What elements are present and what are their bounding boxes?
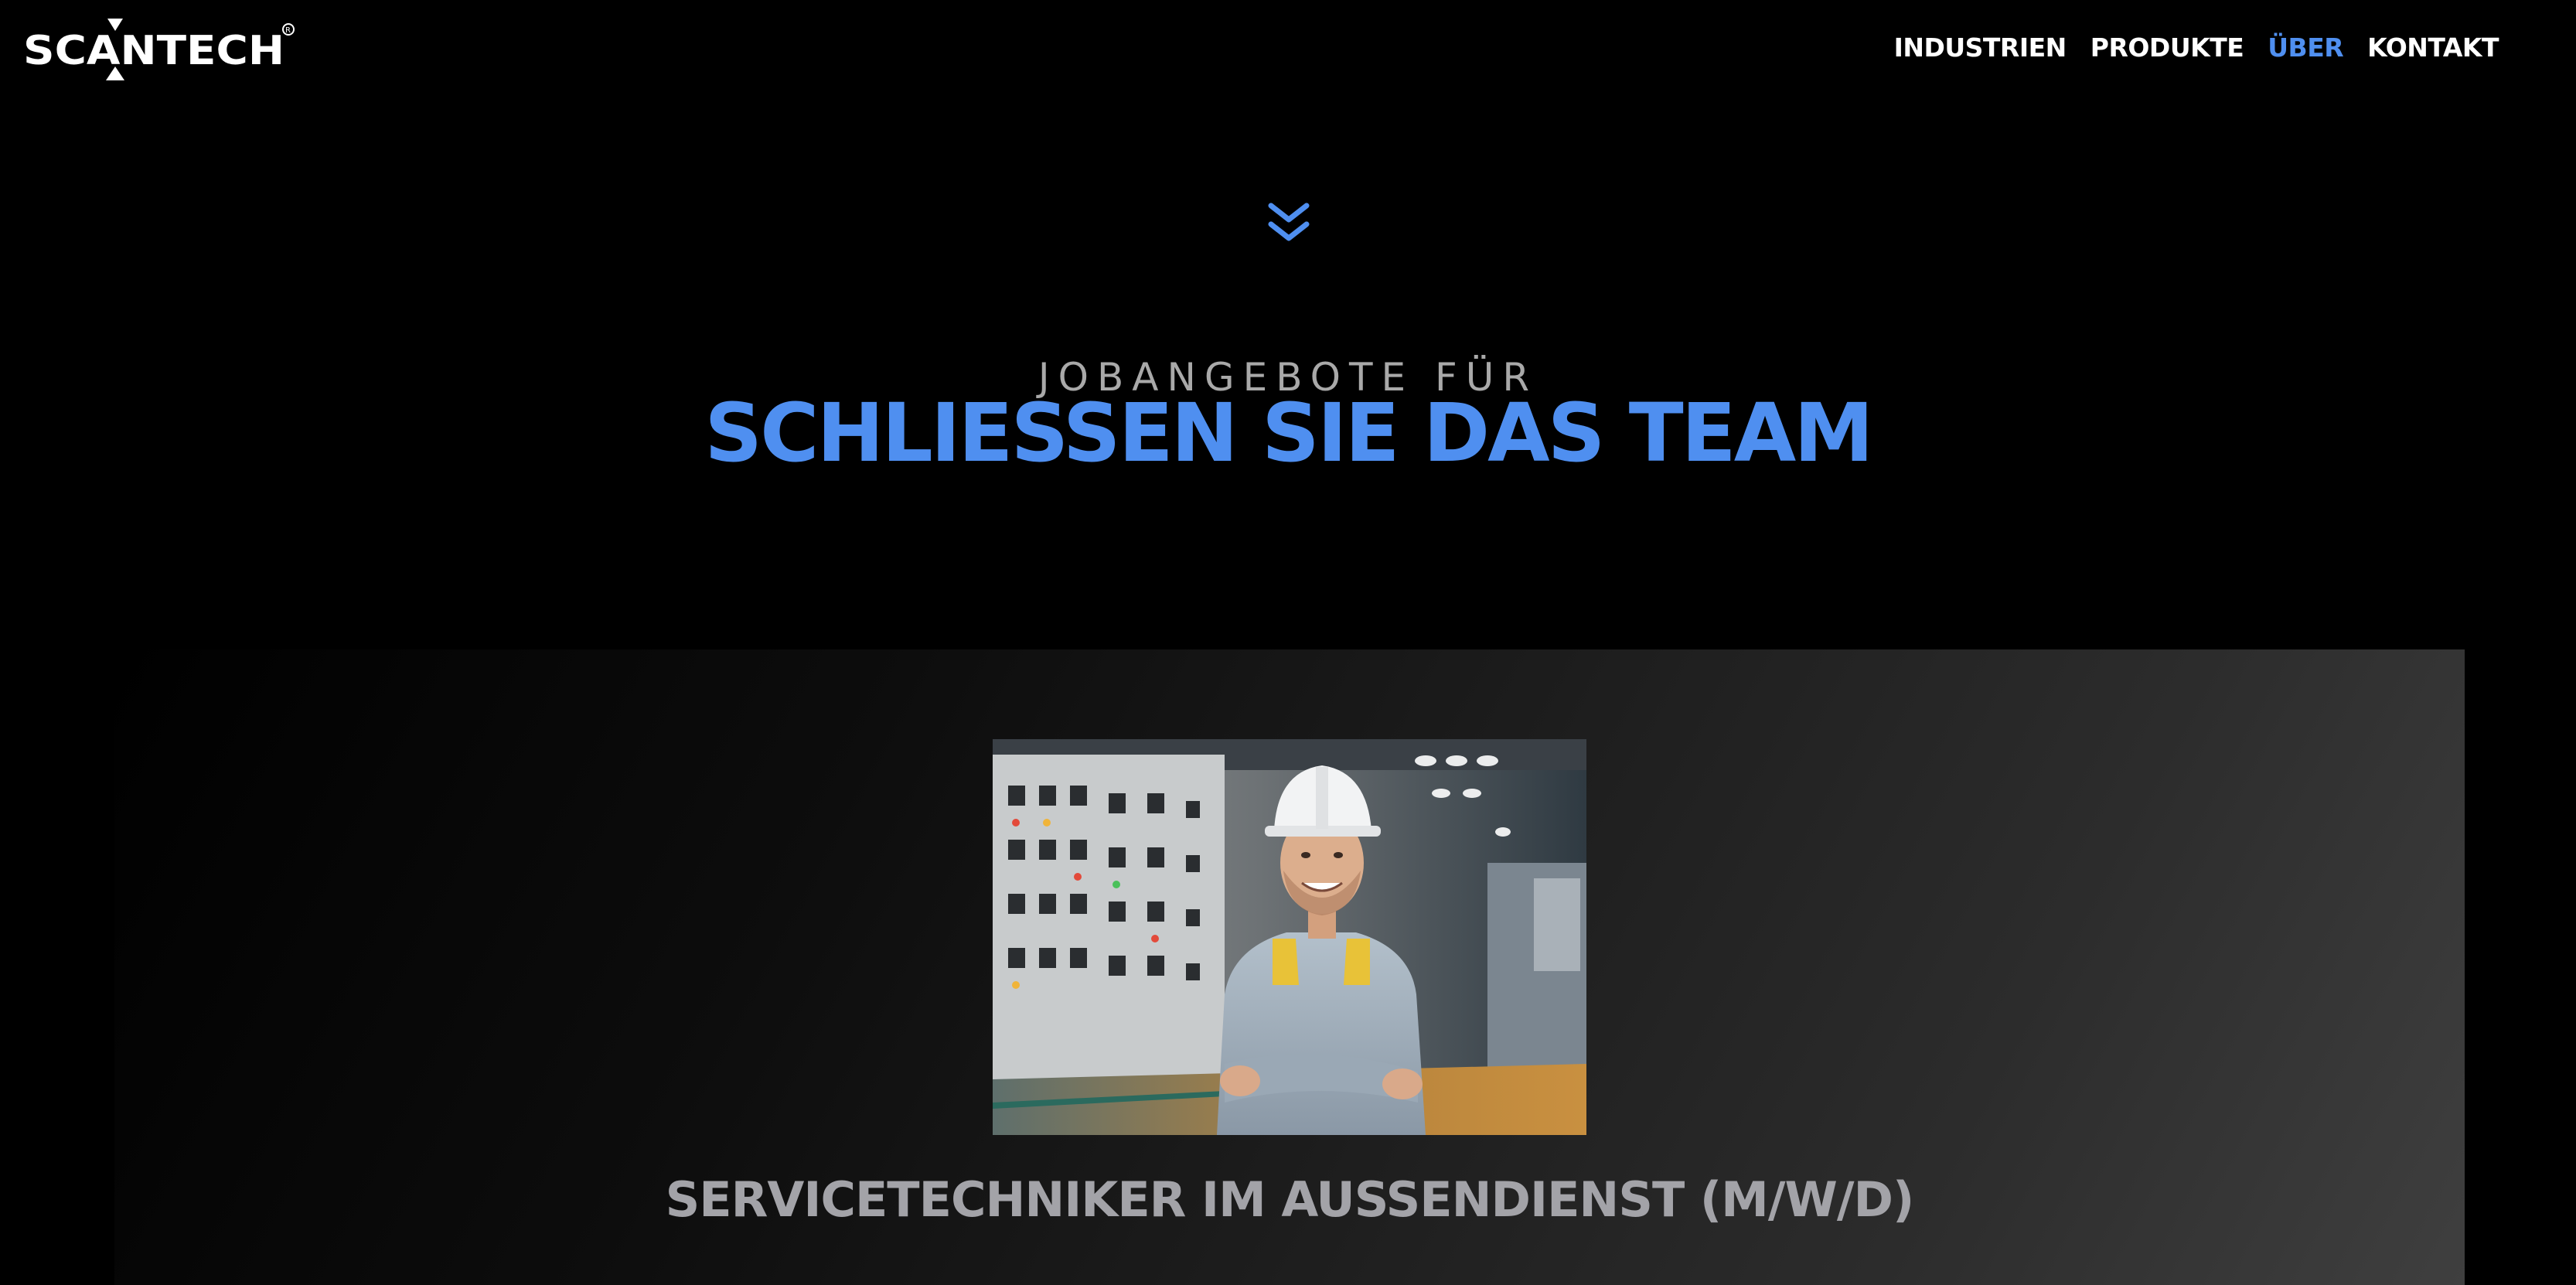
- nav-item-produkte[interactable]: PRODUKTE: [2090, 32, 2244, 63]
- job-card[interactable]: SERVICETECHNIKER IM AUSSENDIENST (M/W/D): [114, 649, 2465, 1285]
- scantech-logo[interactable]: SCANTECH R: [23, 17, 302, 82]
- logo-wordmark: SCANTECH: [23, 28, 285, 74]
- double-chevron-down-icon[interactable]: [1266, 201, 1311, 244]
- nav-item-ueber[interactable]: ÜBER: [2268, 32, 2343, 63]
- section-title: SCHLIESSEN SIE DAS TEAM: [704, 386, 1873, 480]
- nav-item-kontakt[interactable]: KONTAKT: [2367, 32, 2499, 63]
- worker-in-hard-hat-photo[interactable]: [993, 739, 1586, 1135]
- registered-mark: R: [285, 26, 291, 35]
- page: SCANTECH R INDUSTRIEN PRODUKTE ÜBER KONT…: [0, 0, 2576, 1285]
- job-title[interactable]: SERVICETECHNIKER IM AUSSENDIENST (M/W/D): [114, 1169, 2465, 1231]
- main-nav: INDUSTRIEN PRODUKTE ÜBER KONTAKT: [1894, 32, 2499, 63]
- nav-item-industrien[interactable]: INDUSTRIEN: [1894, 32, 2067, 63]
